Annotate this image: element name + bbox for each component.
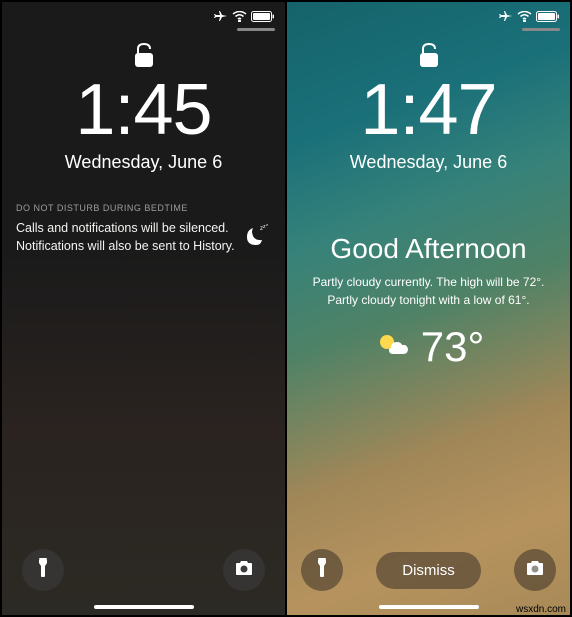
weather-greeting: Good Afternoon Partly cloudy currently. … xyxy=(287,233,570,371)
time-date-stack: 1:45 Wednesday, June 6 xyxy=(2,31,285,173)
airplane-icon xyxy=(499,10,513,22)
greeting-title: Good Afternoon xyxy=(307,233,550,265)
home-indicator[interactable] xyxy=(94,605,194,609)
weather-summary: Partly cloudy currently. The high will b… xyxy=(307,273,550,309)
bedtime-title: DO NOT DISTURB DURING BEDTIME xyxy=(16,203,271,213)
comparison-container: 1:45 Wednesday, June 6 DO NOT DISTURB DU… xyxy=(0,0,572,617)
time-text: 1:47 xyxy=(360,74,496,146)
camera-icon xyxy=(525,560,545,581)
status-bar xyxy=(2,2,285,24)
flashlight-button[interactable] xyxy=(22,549,64,591)
svg-text:z: z xyxy=(266,222,268,227)
lock-screen-right: 1:47 Wednesday, June 6 Good Afternoon Pa… xyxy=(287,2,570,615)
camera-button[interactable] xyxy=(514,549,556,591)
watermark-text: wsxdn.com xyxy=(516,604,566,615)
home-indicator[interactable] xyxy=(379,605,479,609)
camera-icon xyxy=(234,560,254,581)
bottom-action-bar xyxy=(2,549,285,605)
lock-screen-left: 1:45 Wednesday, June 6 DO NOT DISTURB DU… xyxy=(2,2,287,615)
partly-cloudy-icon xyxy=(373,330,413,365)
wifi-icon xyxy=(232,11,247,22)
dismiss-button[interactable]: Dismiss xyxy=(376,552,481,589)
flashlight-button[interactable] xyxy=(301,549,343,591)
time-text: 1:45 xyxy=(75,74,211,146)
flashlight-icon xyxy=(34,558,52,583)
bedtime-description: Calls and notifications will be silenced… xyxy=(16,220,237,255)
flashlight-icon xyxy=(313,558,331,583)
date-text: Wednesday, June 6 xyxy=(65,152,222,173)
battery-icon xyxy=(251,11,275,22)
camera-button[interactable] xyxy=(223,549,265,591)
status-bar xyxy=(287,2,570,24)
battery-icon xyxy=(536,11,560,22)
temperature-text: 73° xyxy=(421,323,485,371)
date-text: Wednesday, June 6 xyxy=(350,152,507,173)
bedtime-notice: DO NOT DISTURB DURING BEDTIME Calls and … xyxy=(2,203,285,255)
bottom-action-bar: Dismiss xyxy=(287,549,570,605)
time-date-stack: 1:47 Wednesday, June 6 xyxy=(287,31,570,173)
wifi-icon xyxy=(517,11,532,22)
moon-sleep-icon: zzz xyxy=(245,222,271,253)
airplane-icon xyxy=(214,10,228,22)
